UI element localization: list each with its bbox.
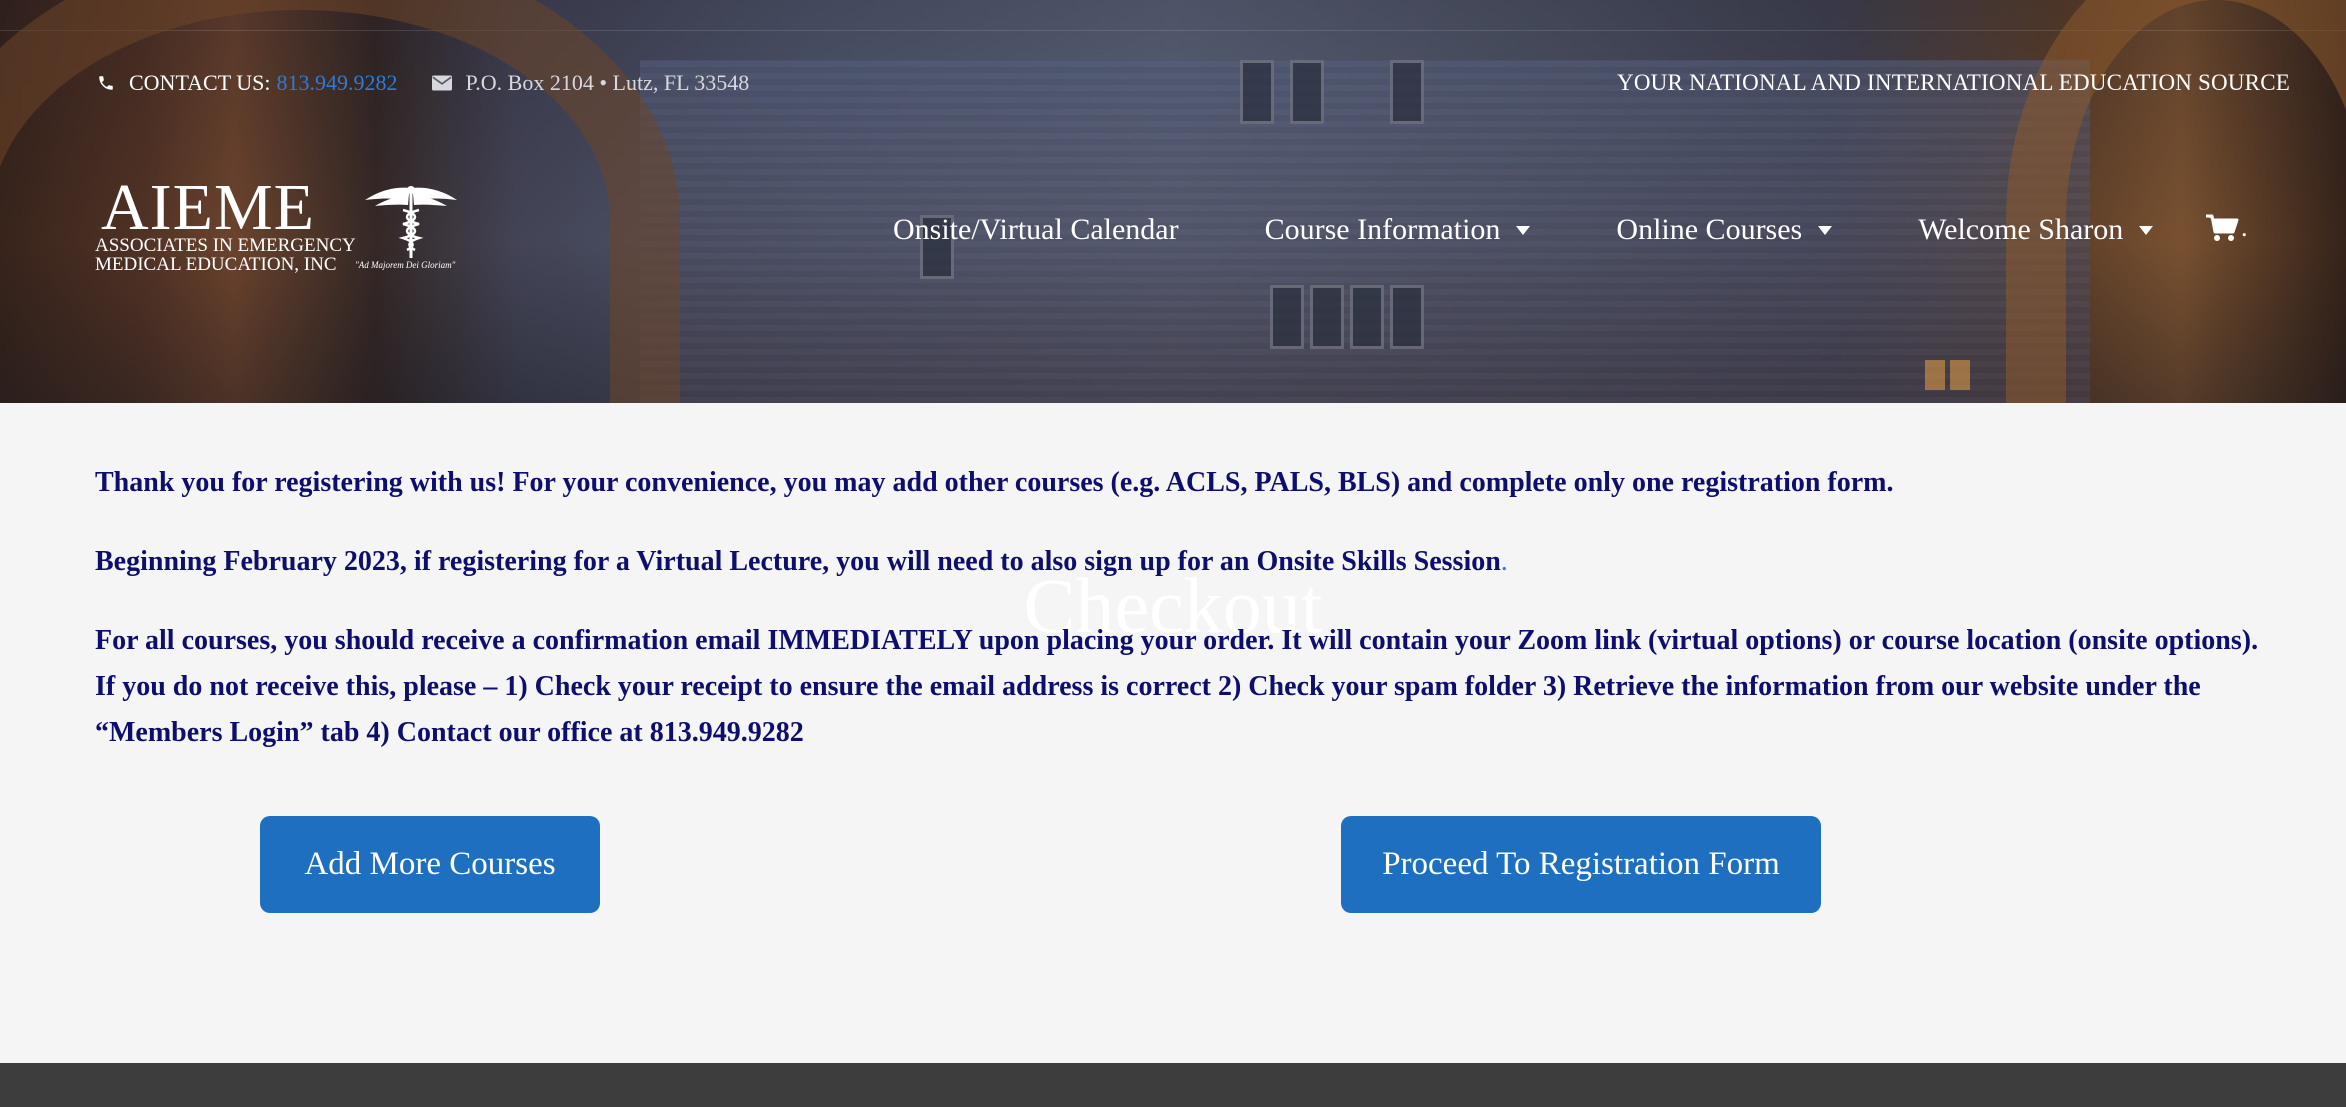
hero-arch-right — [2006, 0, 2346, 403]
nav-item-online-courses[interactable]: Online Courses — [1616, 213, 1833, 247]
cart-suffix: . — [2241, 213, 2248, 242]
nav-item-course-information[interactable]: Course Information — [1265, 213, 1531, 247]
hero-window — [1350, 285, 1384, 349]
site-logo[interactable]: AIEME ASSOCIATES IN EMERGENCY MEDICAL ED… — [95, 171, 470, 278]
contact-phone: CONTACT US: 813.949.9282 — [95, 70, 397, 96]
phone-link[interactable]: 813.949.9282 — [276, 70, 397, 96]
main-nav: Onsite/Virtual Calendar Course Informati… — [893, 210, 2154, 250]
address-text: P.O. Box 2104 • Lutz, FL 33548 — [465, 70, 750, 95]
logo-acronym: AIEME — [101, 171, 315, 244]
nav-item-label: Onsite/Virtual Calendar — [893, 213, 1179, 246]
contact-label: CONTACT US: — [129, 70, 271, 95]
hero-window — [1390, 285, 1424, 349]
logo-subtitle: ASSOCIATES IN EMERGENCY MEDICAL EDUCATIO… — [95, 235, 356, 275]
cart-button[interactable]: . — [2205, 210, 2253, 246]
hero-lamp — [1925, 360, 1945, 390]
caret-down-icon — [1818, 225, 1833, 235]
caduceus-icon — [365, 186, 457, 258]
cart-icon — [2206, 214, 2239, 241]
nav-item-account[interactable]: Welcome Sharon — [1918, 213, 2154, 247]
contact-address: P.O. Box 2104 • Lutz, FL 33548 — [431, 70, 749, 96]
caret-down-icon — [1516, 225, 1531, 235]
nav-item-label: Welcome Sharon — [1918, 213, 2124, 246]
nav-item-label: Course Information — [1264, 213, 1501, 246]
contact-info: CONTACT US: 813.949.9282 P.O. Box 2104 •… — [95, 70, 749, 96]
hero-window — [1270, 285, 1304, 349]
notice-paragraph: Thank you for registering with us! For y… — [95, 467, 1894, 498]
checkout-notice: Thank you for registering with us! For y… — [95, 460, 2265, 789]
logo-motto: "Ad Majorem Dei Gloriam" — [355, 260, 456, 270]
top-bar: CONTACT US: 813.949.9282 P.O. Box 2104 •… — [95, 68, 2290, 98]
mail-icon — [431, 72, 453, 94]
nav-item-label: Online Courses — [1616, 213, 1803, 246]
nav-item-calendar[interactable]: Onsite/Virtual Calendar — [893, 213, 1179, 247]
caret-down-icon — [2139, 225, 2154, 235]
hero-window — [1310, 285, 1344, 349]
site-tagline: YOUR NATIONAL AND INTERNATIONAL EDUCATIO… — [1617, 70, 2290, 95]
phone-icon — [95, 72, 117, 94]
add-more-courses-button[interactable]: Add More Courses — [260, 816, 600, 913]
proceed-registration-button[interactable]: Proceed To Registration Form — [1341, 816, 1821, 913]
notice-paragraph: Beginning February 2023, if registering … — [95, 546, 1508, 577]
hero-lamp — [1950, 360, 1970, 390]
notice-paragraph: For all courses, you should receive a co… — [95, 625, 2259, 748]
footer — [0, 1063, 2346, 1107]
